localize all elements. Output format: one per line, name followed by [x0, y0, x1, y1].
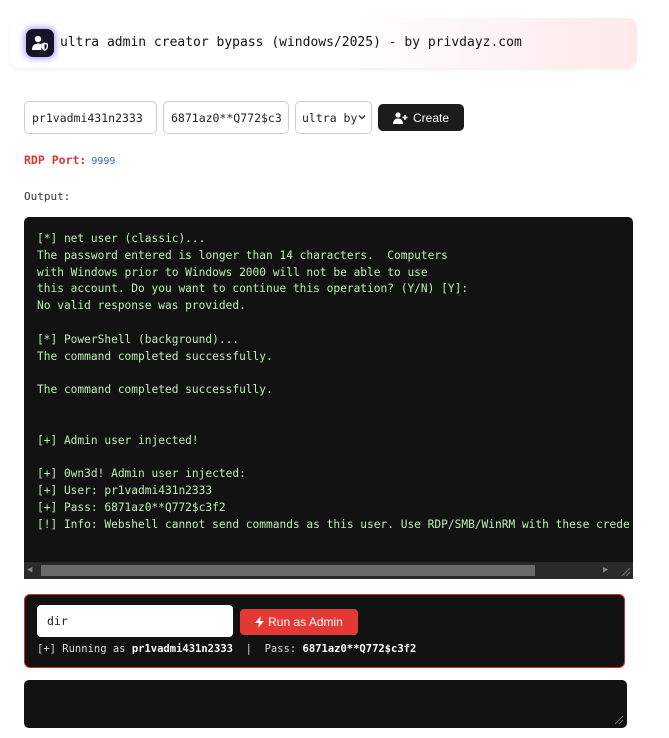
running-prefix: [+] Running as [37, 643, 132, 655]
output-label: Output: [24, 190, 71, 203]
run-as-admin-label: Run as Admin [268, 615, 343, 629]
password-input[interactable] [163, 101, 289, 134]
create-button[interactable]: Create [378, 104, 464, 131]
scrollbar-thumb[interactable] [41, 565, 535, 576]
running-status: [+] Running as pr1vadmi431n2333 | Pass: … [37, 643, 416, 655]
resize-handle-icon[interactable] [619, 565, 631, 577]
running-user: pr1vadmi431n2333 [131, 643, 233, 655]
rdp-port-label: RDP Port: [24, 153, 87, 167]
run-as-admin-button[interactable]: Run as Admin [240, 609, 358, 635]
output-line: [!] Info: Webshell cannot send commands … [37, 517, 630, 531]
output-line: The command completed successfully. [37, 383, 273, 397]
horizontal-scrollbar[interactable]: ◀ ▶ [24, 562, 633, 579]
command-input[interactable] [37, 605, 233, 637]
output-line: [*] PowerShell (background)... [37, 332, 240, 346]
username-input[interactable] [24, 101, 157, 134]
output-line: this account. Do you want to continue th… [37, 282, 469, 296]
output-line: [+] Admin user injected! [37, 433, 199, 447]
output-line: with Windows prior to Windows 2000 will … [37, 265, 428, 279]
output-line: [+] 0wn3d! Admin user injected: [37, 467, 246, 481]
output-line: [+] Pass: 6871az0**Q772$c3f2 [37, 500, 226, 514]
chevron-down-icon [358, 115, 366, 120]
header-bar: ultra admin creator bypass (windows/2025… [10, 18, 637, 68]
output-line: The password entered is longer than 14 c… [37, 248, 448, 262]
output-line: The command completed successfully. [37, 349, 273, 363]
admin-output-box[interactable] [24, 680, 627, 728]
output-terminal[interactable]: [*] net user (classic)... The password en… [24, 217, 633, 579]
output-line: No valid response was provided. [37, 299, 246, 313]
running-pass: 6871az0**Q772$c3f2 [302, 643, 417, 655]
user-plus-icon [392, 111, 408, 124]
output-line: [*] net user (classic)... [37, 232, 206, 245]
rdp-port: RDP Port: 9999 [24, 153, 115, 167]
running-separator: | Pass: [232, 643, 303, 655]
method-select-value: ultra by [302, 111, 358, 125]
scroll-right-icon[interactable]: ▶ [603, 565, 613, 576]
page-title: ultra admin creator bypass (windows/2025… [60, 35, 522, 50]
user-shield-icon [26, 29, 54, 57]
resize-handle-icon[interactable] [612, 713, 624, 725]
method-select[interactable]: ultra by [295, 101, 372, 134]
output-line: [+] User: pr1vadmi431n2333 [37, 483, 213, 497]
output-text: [*] net user (classic)... The password en… [37, 231, 633, 533]
bolt-icon [255, 616, 265, 628]
run-as-admin-panel: Run as Admin [+] Running as pr1vadmi431n… [24, 594, 625, 668]
create-button-label: Create [412, 110, 450, 125]
scroll-left-icon[interactable]: ◀ [27, 565, 37, 576]
rdp-port-value: 9999 [91, 156, 116, 167]
